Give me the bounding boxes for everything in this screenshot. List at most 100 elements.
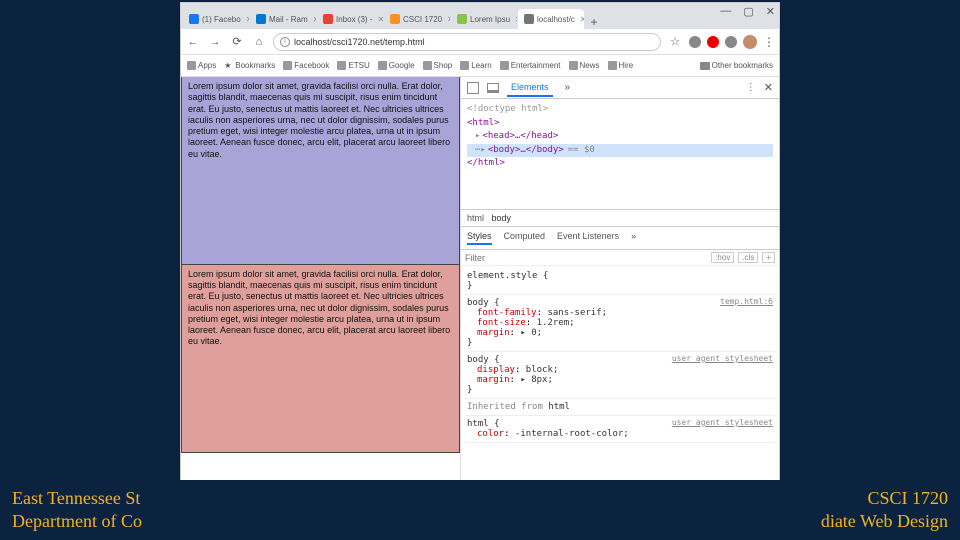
more-tabs-button[interactable]: » <box>631 231 636 245</box>
devtools-close-icon[interactable]: ✕ <box>764 81 773 94</box>
rule-selector: element.style <box>467 271 537 281</box>
bookmark-item[interactable]: News <box>569 61 600 70</box>
tab-facebook[interactable]: (1) Facebo✕ <box>183 9 249 29</box>
rule-source-link[interactable]: temp.html:6 <box>720 297 773 306</box>
settings-icon[interactable]: ⋮ <box>746 82 756 93</box>
tab-styles[interactable]: Styles <box>467 231 492 245</box>
dom-html-close[interactable]: </html> <box>467 158 505 168</box>
cls-toggle[interactable]: .cls <box>738 252 758 263</box>
bm-label: Facebook <box>294 61 329 70</box>
folder-icon <box>423 61 432 70</box>
address-bar[interactable]: i localhost/csci1720.net/temp.html <box>273 33 661 51</box>
favicon <box>189 14 199 24</box>
footer-right: CSCI 1720 diate Web Design <box>821 487 948 534</box>
dom-html-open[interactable]: <html> <box>467 118 500 128</box>
tab-strip: (1) Facebo✕ Mail - Ram✕ Inbox (3) - ✕ CSC… <box>183 7 603 29</box>
bm-label: News <box>580 61 600 70</box>
crumb-html[interactable]: html <box>467 213 484 223</box>
tab-localhost[interactable]: localhost/c✕ <box>518 9 584 29</box>
lorem-text: Lorem ipsum dolor sit amet, gravida faci… <box>188 269 453 348</box>
close-icon[interactable]: ✕ <box>313 15 316 24</box>
home-button[interactable]: ⌂ <box>251 36 267 48</box>
reload-button[interactable]: ⟳ <box>229 35 245 48</box>
dom-body[interactable]: <body>…</body> <box>488 145 564 155</box>
expand-icon[interactable]: ▸ <box>480 145 485 155</box>
titlebar: (1) Facebo✕ Mail - Ram✕ Inbox (3) - ✕ CSC… <box>181 3 779 29</box>
hov-toggle[interactable]: :hov <box>711 252 734 263</box>
bookmark-item[interactable]: ★Bookmarks <box>224 61 275 70</box>
css-prop: margin <box>477 375 510 385</box>
extension-icon[interactable] <box>707 36 719 48</box>
close-icon[interactable]: ✕ <box>447 15 450 24</box>
bookmark-item[interactable]: Entertainment <box>500 61 561 70</box>
bookmark-item[interactable]: Facebook <box>283 61 329 70</box>
close-icon[interactable]: ✕ <box>246 15 249 24</box>
tab-csci[interactable]: CSCI 1720✕ <box>384 9 450 29</box>
forward-button[interactable]: → <box>207 36 223 48</box>
apps-button[interactable]: Apps <box>187 61 216 70</box>
rendered-page[interactable]: Lorem ipsum dolor sit amet, gravida faci… <box>181 77 461 537</box>
tab-label: Inbox (3) - <box>336 15 372 24</box>
rule-html-ua[interactable]: user agent stylesheet html { color: -int… <box>465 416 775 443</box>
tab-gmail[interactable]: Inbox (3) - ✕ <box>317 9 383 29</box>
inherited-from: html <box>548 402 570 412</box>
maximize-button[interactable]: ▢ <box>743 5 753 18</box>
css-prop: margin <box>477 328 510 338</box>
folder-icon <box>500 61 509 70</box>
css-val: -internal-root-color; <box>515 429 629 439</box>
dom-doctype: <!doctype html> <box>467 103 773 117</box>
favicon <box>524 14 534 24</box>
new-tab-button[interactable]: + <box>585 15 603 29</box>
inspect-icon[interactable] <box>467 82 479 94</box>
folder-icon <box>378 61 387 70</box>
rule-selector: body <box>467 355 489 365</box>
site-info-icon[interactable]: i <box>280 37 290 47</box>
folder-icon <box>608 61 617 70</box>
back-button[interactable]: ← <box>185 36 201 48</box>
close-icon[interactable]: ✕ <box>580 15 584 24</box>
breadcrumb[interactable]: html body <box>461 209 779 227</box>
menu-button[interactable]: ⋮ <box>763 35 775 49</box>
tab-elements[interactable]: Elements <box>507 79 553 97</box>
dom-head[interactable]: <head>…</head> <box>482 131 558 141</box>
device-toggle-icon[interactable] <box>487 83 499 93</box>
rule-source-ua: user agent stylesheet <box>672 354 773 363</box>
minimize-button[interactable]: — <box>720 5 731 18</box>
css-val: ▸ 0; <box>520 328 542 338</box>
expand-icon[interactable]: ▸ <box>475 131 480 141</box>
tab-computed[interactable]: Computed <box>504 231 546 245</box>
close-icon[interactable]: ✕ <box>377 15 383 24</box>
extension-icon[interactable] <box>689 36 701 48</box>
css-prop: font-size <box>477 318 526 328</box>
page-block-purple: Lorem ipsum dolor sit amet, gravida faci… <box>181 77 460 265</box>
tab-lorem[interactable]: Lorem Ipsu✕ <box>451 9 517 29</box>
other-bookmarks[interactable]: Other bookmarks <box>700 61 773 70</box>
close-icon[interactable]: ✕ <box>515 15 517 24</box>
crumb-body[interactable]: body <box>492 213 512 223</box>
rule-element-style[interactable]: element.style { } <box>465 268 775 295</box>
more-tabs-button[interactable]: » <box>561 79 575 96</box>
tab-event-listeners[interactable]: Event Listeners <box>557 231 619 245</box>
bookmark-item[interactable]: Google <box>378 61 415 70</box>
dom-tree[interactable]: <!doctype html> <html> ▸<head>…</head> ⋯… <box>461 99 779 209</box>
footer-course-title: diate Web Design <box>821 511 948 531</box>
bookmark-star-icon[interactable]: ☆ <box>667 35 683 48</box>
close-button[interactable]: ✕ <box>766 5 775 18</box>
rule-body-author[interactable]: temp.html:6 body { font-family: sans-ser… <box>465 295 775 352</box>
extension-icon[interactable] <box>725 36 737 48</box>
bm-label: Other bookmarks <box>712 61 773 70</box>
filter-input[interactable] <box>465 253 707 263</box>
lorem-text: Lorem ipsum dolor sit amet, gravida faci… <box>188 81 453 160</box>
bm-label: Hire <box>619 61 634 70</box>
rule-body-ua[interactable]: user agent stylesheet body { display: bl… <box>465 352 775 399</box>
rule-selector: html <box>467 419 489 429</box>
bookmark-item[interactable]: Hire <box>608 61 634 70</box>
bm-label: ETSU <box>348 61 369 70</box>
bookmark-item[interactable]: ETSU <box>337 61 369 70</box>
bookmark-item[interactable]: Shop <box>423 61 453 70</box>
bookmark-item[interactable]: Learn <box>460 61 491 70</box>
tab-outlook[interactable]: Mail - Ram✕ <box>250 9 316 29</box>
new-rule-button[interactable]: + <box>762 252 775 263</box>
css-val: block; <box>526 365 559 375</box>
profile-avatar[interactable] <box>743 35 757 49</box>
